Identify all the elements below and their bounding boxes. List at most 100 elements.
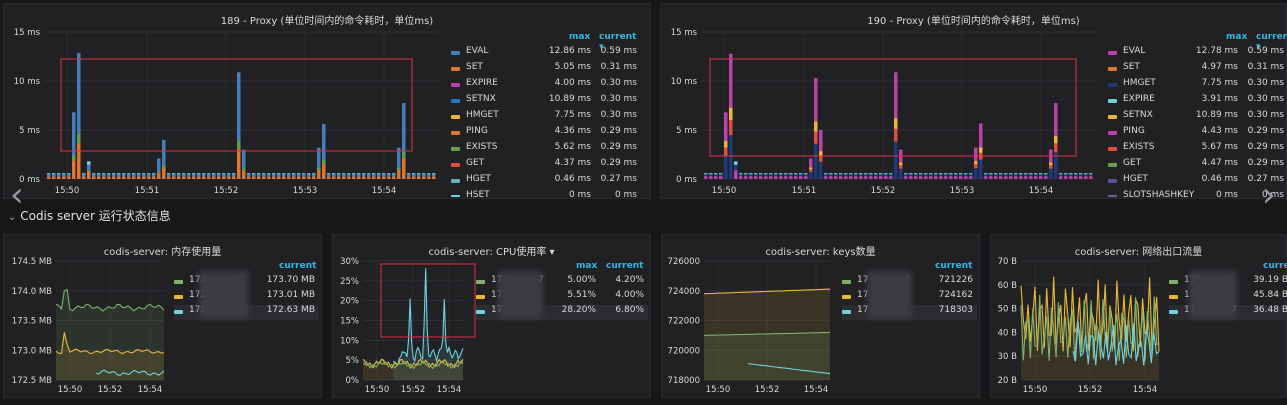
- section-row-header[interactable]: ⌄ Codis server 运行状态信息: [8, 207, 171, 224]
- bar-segment: [884, 173, 888, 175]
- legend-item-set[interactable]: SET 4.97 ms 0.31 ms: [1108, 62, 1287, 77]
- legend-item-expire[interactable]: EXPIRE 3.91 ms 0.30 ms: [1108, 94, 1287, 109]
- legend-item-ping[interactable]: PING 4.36 ms 0.29 ms: [451, 126, 641, 141]
- legend-header-current[interactable]: current: [1263, 261, 1287, 271]
- legend-item-exists[interactable]: EXISTS 5.62 ms 0.29 ms: [451, 142, 641, 157]
- bar-segment: [322, 159, 326, 164]
- series-color-swatch: [451, 51, 460, 55]
- bar-segment: [1029, 174, 1033, 177]
- bar-segment: [182, 176, 186, 179]
- bar-segment: [432, 173, 436, 175]
- x-tick-label: 15:52: [401, 385, 426, 395]
- bar-segment: [67, 174, 71, 177]
- bar-segment: [217, 174, 221, 177]
- bar-segment: [1079, 173, 1083, 175]
- legend-item-setnx[interactable]: SETNX 10.89 ms 0.30 ms: [1108, 110, 1287, 125]
- series-current: 0.59 ms: [600, 46, 637, 56]
- bar-segment: [1029, 173, 1033, 175]
- bar-segment: [824, 176, 828, 179]
- bar-segment: [192, 174, 196, 177]
- legend-item-setnx[interactable]: SETNX 10.89 ms 0.30 ms: [451, 94, 641, 109]
- bar-segment: [107, 176, 111, 179]
- series-color-swatch: [451, 147, 460, 151]
- bar-segment: [342, 173, 346, 175]
- panel-memory-usage: codis-server: 内存使用量 174.5 MB 174.0 MB 173.…: [3, 234, 322, 398]
- x-tick-label: 15:52: [98, 385, 123, 395]
- bar-segment: [97, 173, 101, 175]
- series-current: 718303: [938, 305, 973, 315]
- bar-segment: [162, 164, 166, 169]
- legend-item-hmget[interactable]: HMGET 7.75 ms 0.30 ms: [1108, 78, 1287, 93]
- legend-item-hget[interactable]: HGET 0.46 ms 0.27 ms: [1108, 174, 1287, 189]
- bar-segment: [282, 173, 286, 175]
- legend-item-exists[interactable]: EXISTS 5.67 ms 0.29 ms: [1108, 142, 1287, 157]
- y-tick-label: 15 ms: [671, 28, 698, 38]
- bar-segment: [352, 174, 356, 177]
- y-tick-label: 0 ms: [676, 175, 697, 185]
- bar-segment: [102, 174, 106, 177]
- bar-segment: [854, 173, 858, 175]
- bar-segment: [382, 176, 386, 179]
- series-color-swatch: [1169, 310, 1178, 314]
- series-max: 3.91 ms: [1201, 94, 1238, 104]
- bar-segment: [97, 174, 101, 177]
- bar-segment: [97, 176, 101, 179]
- bar-segment: [202, 174, 206, 177]
- legend-item-expire[interactable]: EXPIRE 4.00 ms 0.30 ms: [451, 78, 641, 93]
- legend-item-hset[interactable]: HSET 0 ms 0 ms: [451, 190, 641, 197]
- series-name: EVAL: [1123, 46, 1146, 56]
- x-tick-label: 15:53: [950, 186, 975, 196]
- bar-segment: [92, 174, 96, 177]
- bar-segment: [899, 165, 903, 169]
- bar-segment: [1089, 176, 1093, 179]
- bar-segment: [924, 173, 928, 175]
- bar-segment: [1049, 168, 1053, 179]
- series-color-swatch: [174, 280, 183, 284]
- bar-segment: [1084, 173, 1088, 175]
- memory-chart: 174.5 MB 174.0 MB 173.5 MB 173.0 MB 172.5 MB…: [12, 257, 165, 395]
- bar-segment: [809, 167, 813, 170]
- legend-item-ping[interactable]: PING 4.43 ms 0.29 ms: [1108, 126, 1287, 141]
- legend-item-hmget[interactable]: HMGET 7.75 ms 0.30 ms: [451, 110, 641, 125]
- bar-segment: [904, 173, 908, 175]
- bar-segment: [904, 174, 908, 177]
- legend-header-max[interactable]: max: [569, 32, 590, 42]
- legend-header-current[interactable]: current: [606, 261, 643, 271]
- x-tick-label: 15:52: [755, 385, 780, 395]
- bar-segment: [412, 176, 416, 179]
- bar-segment: [804, 176, 808, 179]
- bar-segment: [67, 176, 71, 179]
- bar-segment: [102, 173, 106, 175]
- bar-segment: [262, 173, 266, 175]
- bar-segment: [964, 174, 968, 177]
- legend-item-eval[interactable]: EVAL 12.86 ms 0.59 ms: [451, 46, 641, 61]
- bar-segment: [824, 173, 828, 175]
- bar-segment: [714, 173, 718, 175]
- y-tick-label: 15%: [340, 317, 359, 327]
- legend-header-current[interactable]: current: [279, 261, 316, 271]
- legend-item-set[interactable]: SET 5.05 ms 0.31 ms: [451, 62, 641, 77]
- legend-item-eval[interactable]: EVAL 12.78 ms 0.59 ms: [1108, 46, 1287, 61]
- bar-segment: [939, 174, 943, 177]
- legend-item-hget[interactable]: HGET 0.46 ms 0.27 ms: [451, 174, 641, 189]
- legend-header-current[interactable]: current: [935, 261, 972, 271]
- bar-segment: [302, 173, 306, 175]
- legend-header-max[interactable]: max: [576, 261, 597, 271]
- bar-segment: [834, 174, 838, 177]
- bar-segment: [1024, 176, 1028, 179]
- bar-segment: [222, 174, 226, 177]
- legend-header-max[interactable]: max: [1226, 32, 1247, 42]
- bar-segment: [417, 173, 421, 175]
- series-max: 5.05 ms: [554, 62, 591, 72]
- legend-item-get[interactable]: GET 4.47 ms 0.29 ms: [1108, 158, 1287, 173]
- legend-item-get[interactable]: GET 4.37 ms 0.29 ms: [451, 158, 641, 173]
- bar-segment: [142, 173, 146, 175]
- bar-segment: [342, 174, 346, 177]
- bar-segment: [147, 173, 151, 175]
- bar-segment: [1049, 165, 1053, 169]
- legend-item-slotshashkey[interactable]: SLOTSHASHKEY 0 ms 0 ms: [1108, 190, 1287, 197]
- series-name: HMGET: [1123, 78, 1156, 88]
- bar-segment: [904, 176, 908, 179]
- next-arrow-icon[interactable]: ›: [1262, 178, 1276, 212]
- bar-segment: [232, 173, 236, 175]
